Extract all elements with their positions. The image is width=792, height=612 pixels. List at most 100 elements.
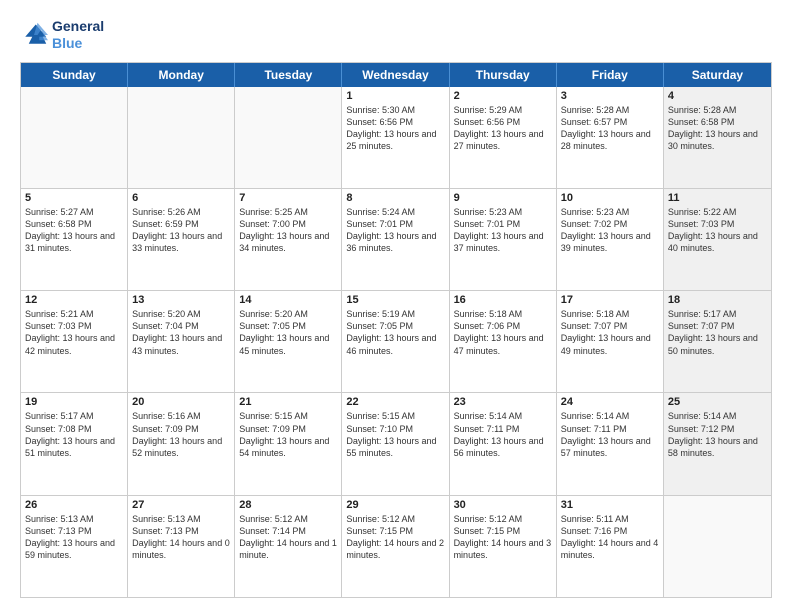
cell-info: Sunrise: 5:20 AM Sunset: 7:04 PM Dayligh… — [132, 308, 230, 357]
page: General Blue SundayMondayTuesdayWednesda… — [0, 0, 792, 612]
day-number: 26 — [25, 499, 123, 511]
calendar-week-2: 5 Sunrise: 5:27 AM Sunset: 6:58 PM Daylig… — [21, 188, 771, 290]
cell-info: Sunrise: 5:23 AM Sunset: 7:01 PM Dayligh… — [454, 206, 552, 255]
calendar-cell: 28 Sunrise: 5:12 AM Sunset: 7:14 PM Dayli… — [235, 496, 342, 597]
day-number: 25 — [668, 396, 767, 408]
cell-info: Sunrise: 5:12 AM Sunset: 7:15 PM Dayligh… — [346, 513, 444, 562]
day-number: 30 — [454, 499, 552, 511]
calendar-week-3: 12 Sunrise: 5:21 AM Sunset: 7:03 PM Dayli… — [21, 290, 771, 392]
header: General Blue — [20, 18, 772, 52]
calendar-cell: 12 Sunrise: 5:21 AM Sunset: 7:03 PM Dayli… — [21, 291, 128, 392]
calendar-cell: 27 Sunrise: 5:13 AM Sunset: 7:13 PM Dayli… — [128, 496, 235, 597]
calendar-week-4: 19 Sunrise: 5:17 AM Sunset: 7:08 PM Dayli… — [21, 392, 771, 494]
cell-info: Sunrise: 5:17 AM Sunset: 7:07 PM Dayligh… — [668, 308, 767, 357]
cell-info: Sunrise: 5:14 AM Sunset: 7:11 PM Dayligh… — [454, 410, 552, 459]
calendar-cell: 10 Sunrise: 5:23 AM Sunset: 7:02 PM Dayli… — [557, 189, 664, 290]
cell-info: Sunrise: 5:20 AM Sunset: 7:05 PM Dayligh… — [239, 308, 337, 357]
day-number: 22 — [346, 396, 444, 408]
cell-info: Sunrise: 5:15 AM Sunset: 7:10 PM Dayligh… — [346, 410, 444, 459]
calendar: SundayMondayTuesdayWednesdayThursdayFrid… — [20, 62, 772, 598]
day-number: 1 — [346, 90, 444, 102]
day-number: 14 — [239, 294, 337, 306]
cell-info: Sunrise: 5:28 AM Sunset: 6:58 PM Dayligh… — [668, 104, 767, 153]
day-number: 20 — [132, 396, 230, 408]
calendar-cell: 13 Sunrise: 5:20 AM Sunset: 7:04 PM Dayli… — [128, 291, 235, 392]
logo-icon — [20, 21, 48, 49]
cell-info: Sunrise: 5:29 AM Sunset: 6:56 PM Dayligh… — [454, 104, 552, 153]
calendar-cell: 24 Sunrise: 5:14 AM Sunset: 7:11 PM Dayli… — [557, 393, 664, 494]
calendar-cell: 26Sunrise: 5:13 AM Sunset: 7:13 PM Dayli… — [21, 496, 128, 597]
day-number: 7 — [239, 192, 337, 204]
calendar-cell: 22 Sunrise: 5:15 AM Sunset: 7:10 PM Dayli… — [342, 393, 449, 494]
day-number: 8 — [346, 192, 444, 204]
calendar-cell: 16 Sunrise: 5:18 AM Sunset: 7:06 PM Dayli… — [450, 291, 557, 392]
day-number: 21 — [239, 396, 337, 408]
cell-info: Sunrise: 5:16 AM Sunset: 7:09 PM Dayligh… — [132, 410, 230, 459]
calendar-cell: 14 Sunrise: 5:20 AM Sunset: 7:05 PM Dayli… — [235, 291, 342, 392]
calendar-cell: 9 Sunrise: 5:23 AM Sunset: 7:01 PM Daylig… — [450, 189, 557, 290]
cell-info: Sunrise: 5:14 AM Sunset: 7:12 PM Dayligh… — [668, 410, 767, 459]
calendar-cell: 19 Sunrise: 5:17 AM Sunset: 7:08 PM Dayli… — [21, 393, 128, 494]
day-number: 3 — [561, 90, 659, 102]
day-header-wednesday: Wednesday — [342, 63, 449, 87]
day-number: 10 — [561, 192, 659, 204]
day-header-tuesday: Tuesday — [235, 63, 342, 87]
calendar-cell: 30 Sunrise: 5:12 AM Sunset: 7:15 PM Dayli… — [450, 496, 557, 597]
calendar-cell: 3 Sunrise: 5:28 AM Sunset: 6:57 PM Daylig… — [557, 87, 664, 188]
calendar-cell — [21, 87, 128, 188]
logo: General Blue — [20, 18, 104, 52]
day-number: 16 — [454, 294, 552, 306]
calendar-cell — [235, 87, 342, 188]
logo-text: General Blue — [52, 18, 104, 52]
cell-info: Sunrise: 5:22 AM Sunset: 7:03 PM Dayligh… — [668, 206, 767, 255]
calendar-header: SundayMondayTuesdayWednesdayThursdayFrid… — [21, 63, 771, 87]
day-number: 31 — [561, 499, 659, 511]
calendar-cell: 25 Sunrise: 5:14 AM Sunset: 7:12 PM Dayli… — [664, 393, 771, 494]
day-number: 27 — [132, 499, 230, 511]
cell-info: Sunrise: 5:13 AM Sunset: 7:13 PM Dayligh… — [132, 513, 230, 562]
day-header-saturday: Saturday — [664, 63, 771, 87]
cell-info: Sunrise: 5:27 AM Sunset: 6:58 PM Dayligh… — [25, 206, 123, 255]
calendar-cell — [128, 87, 235, 188]
day-header-thursday: Thursday — [450, 63, 557, 87]
cell-info: Sunrise: 5:30 AM Sunset: 6:56 PM Dayligh… — [346, 104, 444, 153]
cell-info: Sunrise: 5:24 AM Sunset: 7:01 PM Dayligh… — [346, 206, 444, 255]
day-number: 9 — [454, 192, 552, 204]
day-number: 28 — [239, 499, 337, 511]
day-number: 5 — [25, 192, 123, 204]
calendar-cell: 2Sunrise: 5:29 AM Sunset: 6:56 PM Daylig… — [450, 87, 557, 188]
calendar-cell: 15Sunrise: 5:19 AM Sunset: 7:05 PM Dayli… — [342, 291, 449, 392]
day-number: 24 — [561, 396, 659, 408]
day-number: 17 — [561, 294, 659, 306]
cell-info: Sunrise: 5:14 AM Sunset: 7:11 PM Dayligh… — [561, 410, 659, 459]
cell-info: Sunrise: 5:18 AM Sunset: 7:06 PM Dayligh… — [454, 308, 552, 357]
day-number: 18 — [668, 294, 767, 306]
day-header-sunday: Sunday — [21, 63, 128, 87]
cell-info: Sunrise: 5:12 AM Sunset: 7:14 PM Dayligh… — [239, 513, 337, 562]
calendar-cell: 1 Sunrise: 5:30 AM Sunset: 6:56 PM Daylig… — [342, 87, 449, 188]
cell-info: Sunrise: 5:15 AM Sunset: 7:09 PM Dayligh… — [239, 410, 337, 459]
day-number: 12 — [25, 294, 123, 306]
day-number: 19 — [25, 396, 123, 408]
calendar-cell: 4 Sunrise: 5:28 AM Sunset: 6:58 PM Daylig… — [664, 87, 771, 188]
day-number: 29 — [346, 499, 444, 511]
calendar-cell: 18 Sunrise: 5:17 AM Sunset: 7:07 PM Dayli… — [664, 291, 771, 392]
cell-info: Sunrise: 5:28 AM Sunset: 6:57 PM Dayligh… — [561, 104, 659, 153]
cell-info: Sunrise: 5:19 AM Sunset: 7:05 PM Dayligh… — [346, 308, 444, 357]
calendar-cell: 11 Sunrise: 5:22 AM Sunset: 7:03 PM Dayli… — [664, 189, 771, 290]
cell-info: Sunrise: 5:21 AM Sunset: 7:03 PM Dayligh… — [25, 308, 123, 357]
cell-info: Sunrise: 5:23 AM Sunset: 7:02 PM Dayligh… — [561, 206, 659, 255]
cell-info: Sunrise: 5:12 AM Sunset: 7:15 PM Dayligh… — [454, 513, 552, 562]
calendar-week-1: 1 Sunrise: 5:30 AM Sunset: 6:56 PM Daylig… — [21, 87, 771, 188]
day-number: 4 — [668, 90, 767, 102]
cell-info: Sunrise: 5:18 AM Sunset: 7:07 PM Dayligh… — [561, 308, 659, 357]
calendar-cell: 7Sunrise: 5:25 AM Sunset: 7:00 PM Daylig… — [235, 189, 342, 290]
calendar-cell: 20 Sunrise: 5:16 AM Sunset: 7:09 PM Dayli… — [128, 393, 235, 494]
calendar-cell: 23Sunrise: 5:14 AM Sunset: 7:11 PM Dayli… — [450, 393, 557, 494]
calendar-cell: 6Sunrise: 5:26 AM Sunset: 6:59 PM Daylig… — [128, 189, 235, 290]
calendar-cell: 31Sunrise: 5:11 AM Sunset: 7:16 PM Dayli… — [557, 496, 664, 597]
day-number: 13 — [132, 294, 230, 306]
day-number: 11 — [668, 192, 767, 204]
day-header-friday: Friday — [557, 63, 664, 87]
cell-info: Sunrise: 5:17 AM Sunset: 7:08 PM Dayligh… — [25, 410, 123, 459]
